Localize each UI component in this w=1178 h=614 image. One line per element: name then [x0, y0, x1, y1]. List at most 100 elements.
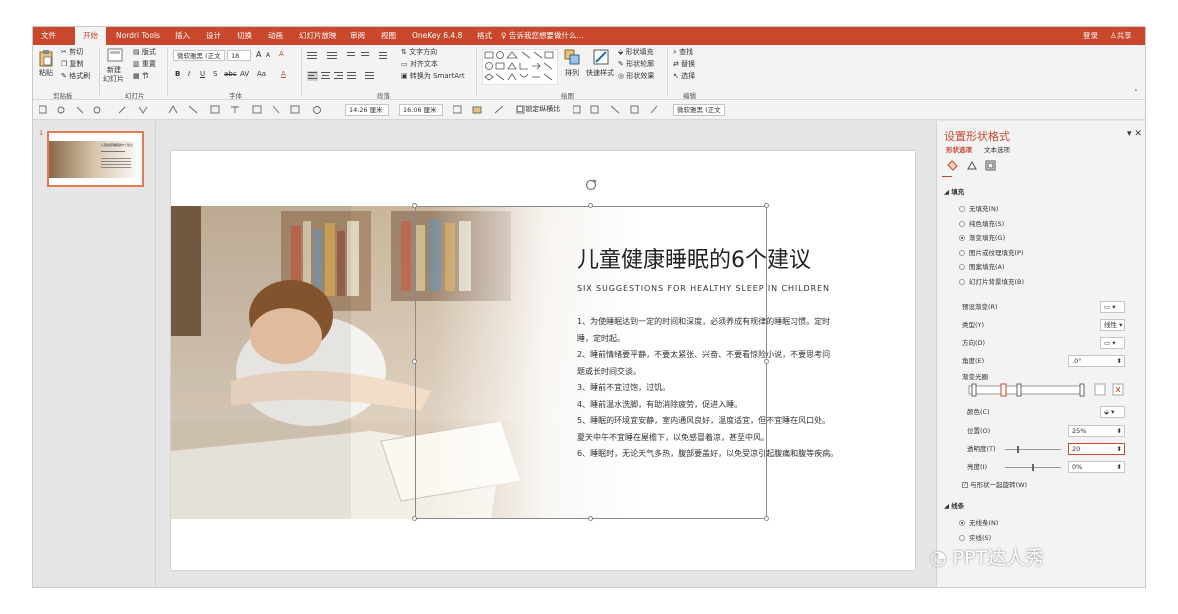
gradient-stops-slider[interactable] — [967, 383, 1127, 401]
line-option-radio[interactable] — [959, 535, 965, 541]
fill-option-label[interactable]: 无填充(N) — [969, 205, 998, 214]
fill-option-radio[interactable] — [959, 206, 965, 212]
tab-text-options[interactable]: 文本选项 — [984, 146, 1010, 155]
tell-me-search[interactable]: ♀ 告诉我您想要做什么... — [501, 27, 584, 45]
paste-icon[interactable] — [39, 49, 53, 67]
tab-1[interactable]: 开始 — [75, 27, 106, 45]
close-icon[interactable]: ▾ ✕ — [1127, 130, 1142, 139]
new-slide-icon[interactable] — [107, 48, 123, 64]
text-direction-button[interactable]: ⇅ 文字方向 — [401, 48, 437, 57]
section-button[interactable]: ▦ 节 — [133, 72, 149, 81]
toolbar-icons-3[interactable] — [573, 105, 663, 115]
angle-input[interactable]: .0° ⬍ — [1068, 355, 1125, 367]
replace-button[interactable]: ⇄ 替换 — [673, 60, 695, 69]
toolbar-font-select[interactable]: 微软雅黑 (正文 — [673, 104, 725, 116]
fill-option-label[interactable]: 幻灯片背景填充(B) — [969, 278, 1024, 287]
lock-aspect-checkbox[interactable]: 锁定纵横比 — [517, 105, 560, 114]
slide-subtitle[interactable]: SIX SUGGESTIONS FOR HEALTHY SLEEP IN CHI… — [577, 284, 830, 293]
select-button[interactable]: ↖ 选择 — [673, 72, 695, 81]
resize-handle[interactable] — [588, 516, 593, 521]
copy-button[interactable]: ❐ 复制 — [61, 60, 84, 69]
underline-button[interactable]: U — [200, 70, 205, 79]
list-buttons-icon[interactable] — [307, 51, 397, 61]
shape-outline-button[interactable]: ✎ 形状轮廓 — [618, 60, 654, 69]
transparency-slider[interactable] — [1005, 449, 1061, 450]
slide-title[interactable]: 儿童健康睡眠的6个建议 — [577, 242, 811, 274]
fill-option-radio[interactable] — [959, 249, 965, 256]
new-slide-button[interactable]: 新建 — [107, 66, 121, 75]
clear-format-button[interactable]: A — [279, 50, 284, 59]
preset-gradient-dropdown[interactable]: ▭ ▾ — [1100, 301, 1125, 313]
fill-option-radio[interactable] — [959, 264, 965, 270]
brightness-slider-thumb[interactable] — [1032, 464, 1034, 471]
fill-option-label[interactable]: 图案填充(A) — [969, 263, 1005, 272]
resize-handle[interactable] — [412, 516, 417, 521]
tab-6[interactable]: 动画 — [260, 27, 291, 45]
fill-option-radio[interactable] — [959, 278, 965, 285]
resize-handle[interactable] — [588, 203, 593, 208]
collapse-ribbon-chevron-icon[interactable]: ˄ — [1134, 89, 1138, 98]
tab-11[interactable]: 格式 — [469, 27, 500, 45]
tab-2[interactable]: Nordri Tools — [108, 27, 168, 45]
fill-option-label[interactable]: 图片或纹理填充(P) — [969, 249, 1024, 258]
tab-shape-options[interactable]: 形状选项 — [946, 146, 972, 155]
font-name-select[interactable]: 微软雅黑 (正文 — [173, 50, 225, 61]
tab-3[interactable]: 插入 — [167, 27, 198, 45]
tab-4[interactable]: 设计 — [198, 27, 229, 45]
fill-option-radio[interactable] — [959, 220, 965, 227]
transparency-slider-thumb[interactable] — [1017, 446, 1019, 453]
tab-9[interactable]: 视图 — [373, 27, 404, 45]
char-spacing-button[interactable]: AV — [240, 70, 249, 79]
format-painter-button[interactable]: ✎ 格式刷 — [61, 72, 90, 81]
tab-8[interactable]: 审阅 — [342, 27, 373, 45]
find-button[interactable]: ⌕ 查找 — [673, 48, 693, 57]
shapes-gallery-icon[interactable] — [482, 49, 558, 85]
fill-option-radio[interactable] — [959, 235, 965, 241]
shape-effects-button[interactable]: ◎ 形状效果 — [618, 72, 654, 81]
tab-0[interactable]: 文件 — [33, 27, 64, 45]
arrange-button[interactable]: 排列 — [565, 69, 579, 78]
resize-handle[interactable] — [412, 359, 417, 364]
quick-styles-button[interactable]: 快速样式 — [586, 69, 614, 78]
paste-button[interactable]: 粘贴 — [39, 69, 53, 78]
quick-styles-icon[interactable] — [593, 49, 609, 65]
line-option-label[interactable]: 实线(S) — [969, 534, 991, 543]
shape-width-input[interactable]: 14.26 厘米 — [345, 104, 389, 116]
fill-section-header[interactable]: ◢ 填充 — [944, 188, 964, 197]
toolbar-icons[interactable] — [39, 105, 339, 115]
rotate-handle-icon[interactable] — [585, 179, 597, 191]
shrink-font-button[interactable]: A — [266, 51, 270, 60]
slide-body[interactable]: 1、为使睡眠达到一定的时间和深度，必须养成有规律的睡眠习惯。定时 睡，定时起。 2、… — [577, 314, 838, 463]
italic-button[interactable]: I — [188, 70, 190, 79]
transparency-input[interactable]: 20 ⬍ — [1068, 443, 1125, 455]
font-color-button[interactable]: A — [281, 70, 286, 79]
slide-thumbnail-1[interactable]: 儿童健康睡眠的6个建议 — [47, 131, 144, 187]
resize-handle[interactable] — [412, 203, 417, 208]
login-link[interactable]: 登录 — [1083, 27, 1098, 45]
align-text-button[interactable]: ▭ 对齐文本 — [401, 60, 438, 69]
tab-7[interactable]: 幻灯片放映 — [291, 27, 345, 45]
strikethrough-button[interactable]: abc — [224, 70, 237, 79]
line-section-header[interactable]: ◢ 线条 — [944, 502, 964, 511]
share-button[interactable]: ♙共享 — [1106, 27, 1136, 45]
resize-handle[interactable] — [764, 516, 769, 521]
smartart-button[interactable]: ▣ 转换为 SmartArt — [401, 72, 465, 81]
shadow-button[interactable]: S — [213, 70, 217, 79]
change-case-button[interactable]: Aa — [257, 70, 266, 79]
grow-font-button[interactable]: A — [256, 50, 261, 59]
brightness-input[interactable]: 0% ⬍ — [1068, 461, 1125, 473]
direction-dropdown[interactable]: ▭ ▾ — [1100, 337, 1125, 349]
fill-line-icons[interactable] — [946, 159, 1006, 173]
resize-handle[interactable] — [764, 203, 769, 208]
arrange-icon[interactable] — [564, 49, 580, 65]
tab-10[interactable]: OneKey 6.4.8 — [404, 27, 470, 45]
layout-button[interactable]: ▤ 版式 — [133, 48, 156, 57]
rotate-with-shape-checkbox[interactable]: ✓ 与形状一起旋转(W) — [962, 481, 1027, 490]
reset-button[interactable]: ▥ 重置 — [133, 60, 156, 69]
shape-fill-button[interactable]: ⬙ 形状填充 — [618, 48, 654, 57]
fill-option-label[interactable]: 纯色填充(S) — [969, 220, 1004, 229]
line-option-label[interactable]: 无线条(N) — [969, 519, 998, 528]
position-input[interactable]: 25% ⬍ — [1068, 425, 1125, 437]
line-option-radio[interactable] — [959, 520, 965, 526]
color-picker[interactable]: ⬙ ▾ — [1100, 406, 1125, 418]
